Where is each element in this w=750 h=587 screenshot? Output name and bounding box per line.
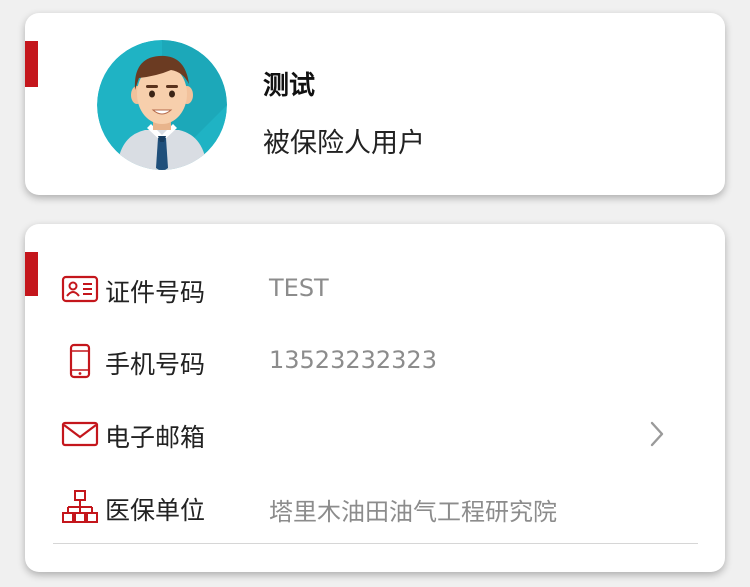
info-card: 证件号码 TEST 手机号码 13523232323 电子邮箱 医保单位 塔里木… [25,224,725,572]
profile-card: 测试 被保险人用户 [25,13,725,195]
info-row-insurance-unit[interactable]: 医保单位 塔里木油田油气工程研究院 [25,482,725,532]
id-number-value: TEST [269,274,329,302]
info-row-email[interactable]: 电子邮箱 [25,409,725,459]
id-number-label: 证件号码 [105,278,206,307]
mobile-label: 手机号码 [105,350,206,379]
id-card-icon [60,271,100,307]
chevron-right-icon[interactable] [645,419,669,449]
user-avatar-icon [97,40,227,170]
mobile-phone-icon [60,343,100,379]
avatar [97,40,227,170]
mobile-value: 13523232323 [269,346,437,374]
email-label: 电子邮箱 [105,423,206,452]
profile-accent-bar [25,41,38,87]
insurance-unit-label: 医保单位 [105,496,206,525]
envelope-icon [60,416,100,452]
info-row-id-number[interactable]: 证件号码 TEST [25,264,725,314]
org-chart-icon [60,489,100,525]
user-role: 被保险人用户 [263,128,425,159]
user-name: 测试 [263,71,316,101]
insurance-unit-value: 塔里木油田油气工程研究院 [269,498,557,526]
divider [53,543,698,544]
info-row-mobile[interactable]: 手机号码 13523232323 [25,336,725,386]
